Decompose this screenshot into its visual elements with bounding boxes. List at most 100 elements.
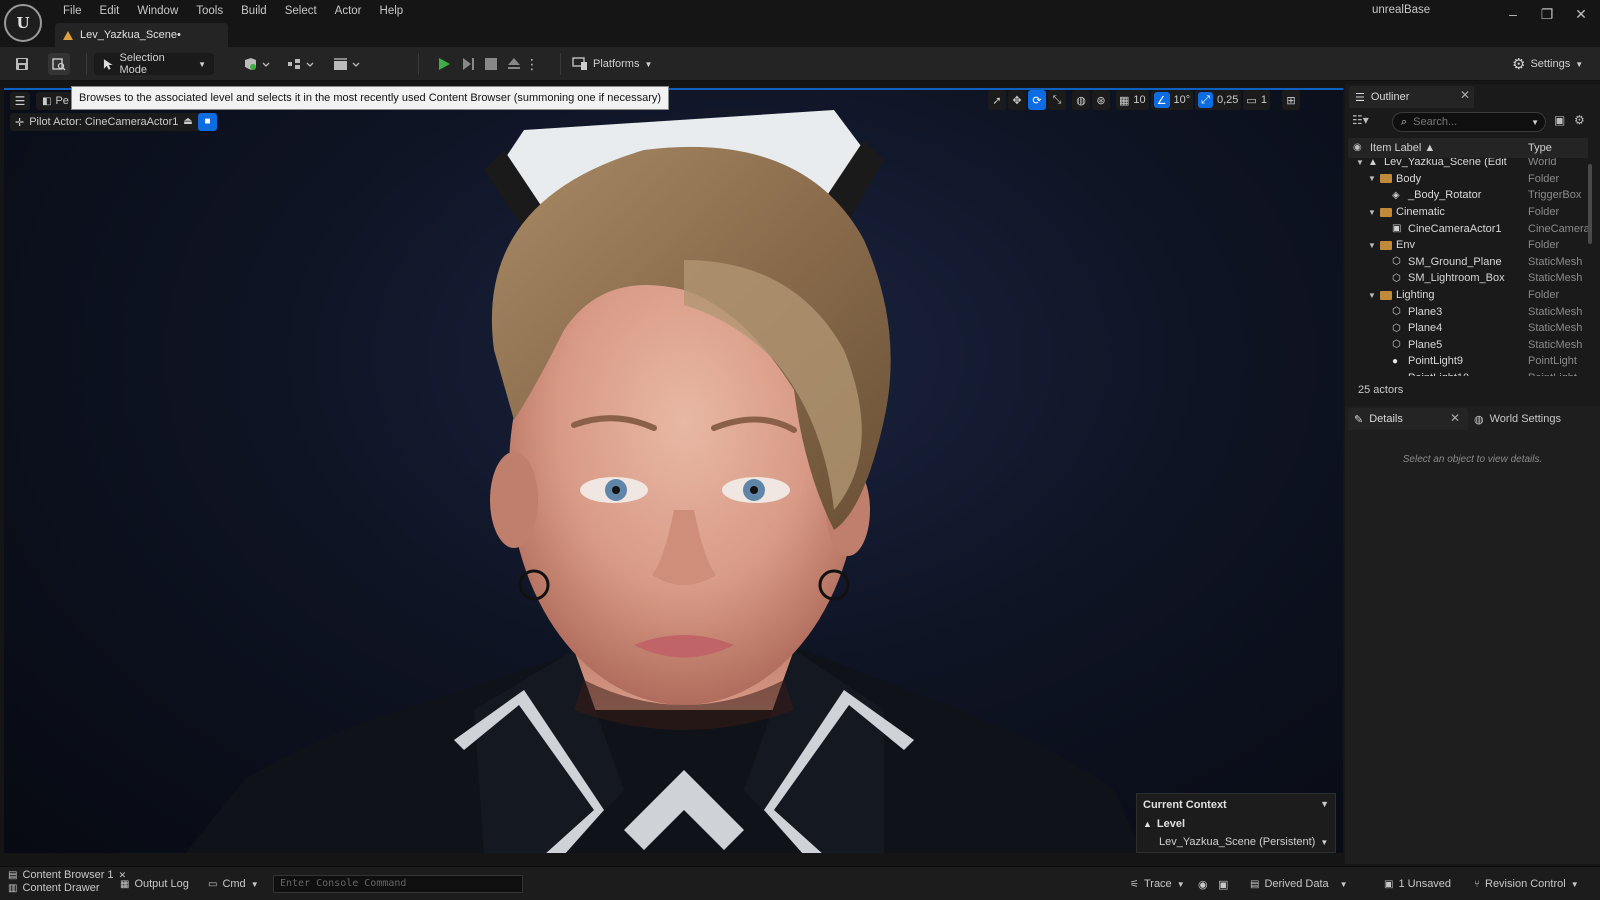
filter-icon[interactable]: ☷▾	[1352, 113, 1369, 127]
grid-snap-toggle[interactable]: ▦ 10	[1116, 90, 1149, 110]
outliner-item-label: Plane4	[1408, 322, 1443, 335]
pilot-actor-label: Pilot Actor: CineCameraActor1	[29, 116, 179, 128]
item-label-header[interactable]: Item Label ▲	[1370, 142, 1435, 154]
menu-tools[interactable]: Tools	[187, 2, 232, 20]
outliner-row[interactable]: ▣ CineCameraActor1 CineCamera	[1348, 220, 1588, 237]
rotate-tool-icon[interactable]: ⟳	[1028, 90, 1046, 110]
play-options-icon[interactable]: ⋮	[525, 53, 539, 75]
console-command-input[interactable]: Enter Console Command	[273, 875, 523, 893]
blueprint-icon[interactable]	[284, 53, 318, 75]
type-header[interactable]: Type	[1528, 142, 1552, 154]
outliner-row[interactable]: ▼ Cinematic Folder	[1348, 204, 1588, 221]
camera-lock-icon[interactable]: ■	[198, 113, 217, 131]
cinematics-icon[interactable]	[330, 53, 364, 75]
viewport-layout-icon[interactable]: ⊞	[1281, 90, 1300, 110]
expand-arrow-icon[interactable]: ▼	[1368, 208, 1376, 217]
play-icon[interactable]	[434, 53, 454, 75]
rotation-snap-toggle[interactable]: ∠ 10°	[1150, 90, 1194, 110]
close-icon[interactable]: ✕	[1460, 88, 1470, 102]
close-icon[interactable]: ✕	[1450, 411, 1460, 425]
cmd-dropdown[interactable]: ▭ Cmd ▼	[208, 874, 259, 894]
outliner-row[interactable]: ▼ Body Folder	[1348, 171, 1588, 188]
cursor-icon	[103, 59, 113, 70]
unreal-logo-icon[interactable]: U	[4, 4, 42, 42]
eye-icon[interactable]: ◉	[1353, 142, 1362, 153]
save-icon[interactable]	[12, 53, 32, 75]
surface-snap-icon[interactable]: ⊛	[1092, 90, 1110, 110]
menu-edit[interactable]: Edit	[91, 2, 129, 20]
outliner-item-label: Body	[1396, 172, 1422, 185]
viewport-options-icon[interactable]: ☰	[10, 92, 30, 110]
outliner-scrollbar[interactable]	[1588, 164, 1592, 244]
outliner-row[interactable]: ▼ Lighting Folder	[1348, 287, 1588, 304]
folder-icon	[1380, 207, 1392, 217]
output-log-label: Output Log	[134, 878, 189, 890]
outliner-row[interactable]: ⬡ SM_Lightroom_Box StaticMesh	[1348, 270, 1588, 287]
unsaved-button[interactable]: ▣ 1 Unsaved	[1384, 874, 1451, 894]
perspective-dropdown[interactable]: ◧ Pe	[36, 92, 76, 110]
browse-level-icon[interactable]	[48, 53, 70, 75]
outliner-column-headers: ◉ Item Label ▲ Type	[1348, 138, 1588, 158]
menu-build[interactable]: Build	[232, 2, 276, 20]
output-log-button[interactable]: ▦ Output Log	[120, 874, 189, 894]
screenshot-icon[interactable]: ▣	[1218, 874, 1228, 894]
settings-dropdown[interactable]: ⚙ Settings ▼	[1512, 53, 1583, 75]
expand-arrow-icon[interactable]: ▼	[1368, 241, 1376, 250]
outliner-item-type: CineCamera	[1528, 222, 1588, 235]
close-window-button[interactable]: ✕	[1564, 4, 1598, 24]
scale-tool-icon[interactable]: ⤡	[1048, 90, 1066, 110]
world-space-icon[interactable]: ◍	[1072, 90, 1090, 110]
trace-dropdown[interactable]: ⚟ Trace ▼	[1130, 874, 1185, 894]
eject-pilot-icon[interactable]: ⏏	[180, 113, 196, 131]
angle-icon: ∠	[1153, 92, 1170, 108]
platforms-dropdown[interactable]: Platforms ▼	[572, 53, 652, 75]
selection-mode-dropdown[interactable]: Selection Mode ▼	[94, 52, 214, 76]
outliner-tab[interactable]: ☰ Outliner	[1349, 86, 1474, 108]
select-tool-icon[interactable]: ➚	[988, 90, 1006, 110]
menu-window[interactable]: Window	[128, 2, 187, 20]
level-viewport[interactable]	[4, 88, 1343, 853]
drawer-icon: ▥	[8, 882, 18, 894]
record-icon[interactable]: ◉	[1198, 874, 1208, 894]
menu-select[interactable]: Select	[276, 2, 326, 20]
chevron-down-icon: ▼	[1575, 59, 1584, 69]
minimize-button[interactable]: –	[1496, 4, 1530, 24]
outliner-item-type: PointLight	[1528, 355, 1577, 368]
outliner-search-input[interactable]: ⌕ Search... ▼	[1392, 112, 1546, 132]
revision-control-dropdown[interactable]: ⑂ Revision Control ▼	[1474, 874, 1579, 894]
restore-button[interactable]: ❐	[1530, 4, 1564, 24]
outliner-row[interactable]: ● PointLight10 PointLight	[1348, 370, 1588, 376]
stop-icon[interactable]	[481, 53, 501, 75]
cmd-label: Cmd	[222, 878, 246, 890]
expand-arrow-icon[interactable]: ▼	[1356, 158, 1364, 167]
content-browser-tab[interactable]: ▤ Content Browser 1 ✕	[8, 868, 126, 882]
outliner-row[interactable]: ⬡ Plane3 StaticMesh	[1348, 303, 1588, 320]
menu-file[interactable]: File	[54, 2, 91, 20]
content-drawer-button[interactable]: ▥ Content Drawer	[8, 881, 100, 895]
trace-icon: ⚟	[1130, 878, 1139, 890]
outliner-row[interactable]: ⬡ Plane5 StaticMesh	[1348, 337, 1588, 354]
gear-icon[interactable]: ⚙	[1574, 113, 1585, 127]
step-icon[interactable]	[458, 53, 478, 75]
outliner-row[interactable]: ⬡ Plane4 StaticMesh	[1348, 320, 1588, 337]
add-folder-icon[interactable]: ▣	[1554, 113, 1565, 127]
scale-snap-toggle[interactable]: ⤢ 0,25	[1195, 90, 1242, 110]
outliner-row[interactable]: ▼ ▲ Lev_Yazkua_Scene (Edit World	[1348, 158, 1588, 171]
outliner-row[interactable]: ⬡ SM_Ground_Plane StaticMesh	[1348, 254, 1588, 271]
outliner-row[interactable]: ▼ Env Folder	[1348, 237, 1588, 254]
world-settings-tab[interactable]: ◍ World Settings	[1474, 408, 1561, 430]
outliner-row[interactable]: ● PointLight9 PointLight	[1348, 353, 1588, 370]
outliner-row[interactable]: ◈ _Body_Rotator TriggerBox	[1348, 187, 1588, 204]
expand-arrow-icon[interactable]: ▼	[1368, 291, 1376, 300]
chevron-down-icon[interactable]: ▼	[1320, 799, 1329, 809]
context-level-dropdown[interactable]: Lev_Yazkua_Scene (Persistent) ▼	[1159, 836, 1328, 848]
expand-arrow-icon[interactable]: ▼	[1368, 174, 1376, 183]
level-document-tab[interactable]: Lev_Yazkua_Scene•	[55, 23, 228, 47]
translate-tool-icon[interactable]: ✥	[1008, 90, 1026, 110]
add-actor-icon[interactable]	[240, 53, 274, 75]
camera-speed-toggle[interactable]: ▭ 1	[1243, 90, 1270, 110]
menu-help[interactable]: Help	[371, 2, 413, 20]
menu-actor[interactable]: Actor	[326, 2, 371, 20]
eject-icon[interactable]	[504, 53, 524, 75]
derived-data-dropdown[interactable]: ▤ Derived Data ▼	[1250, 874, 1348, 894]
